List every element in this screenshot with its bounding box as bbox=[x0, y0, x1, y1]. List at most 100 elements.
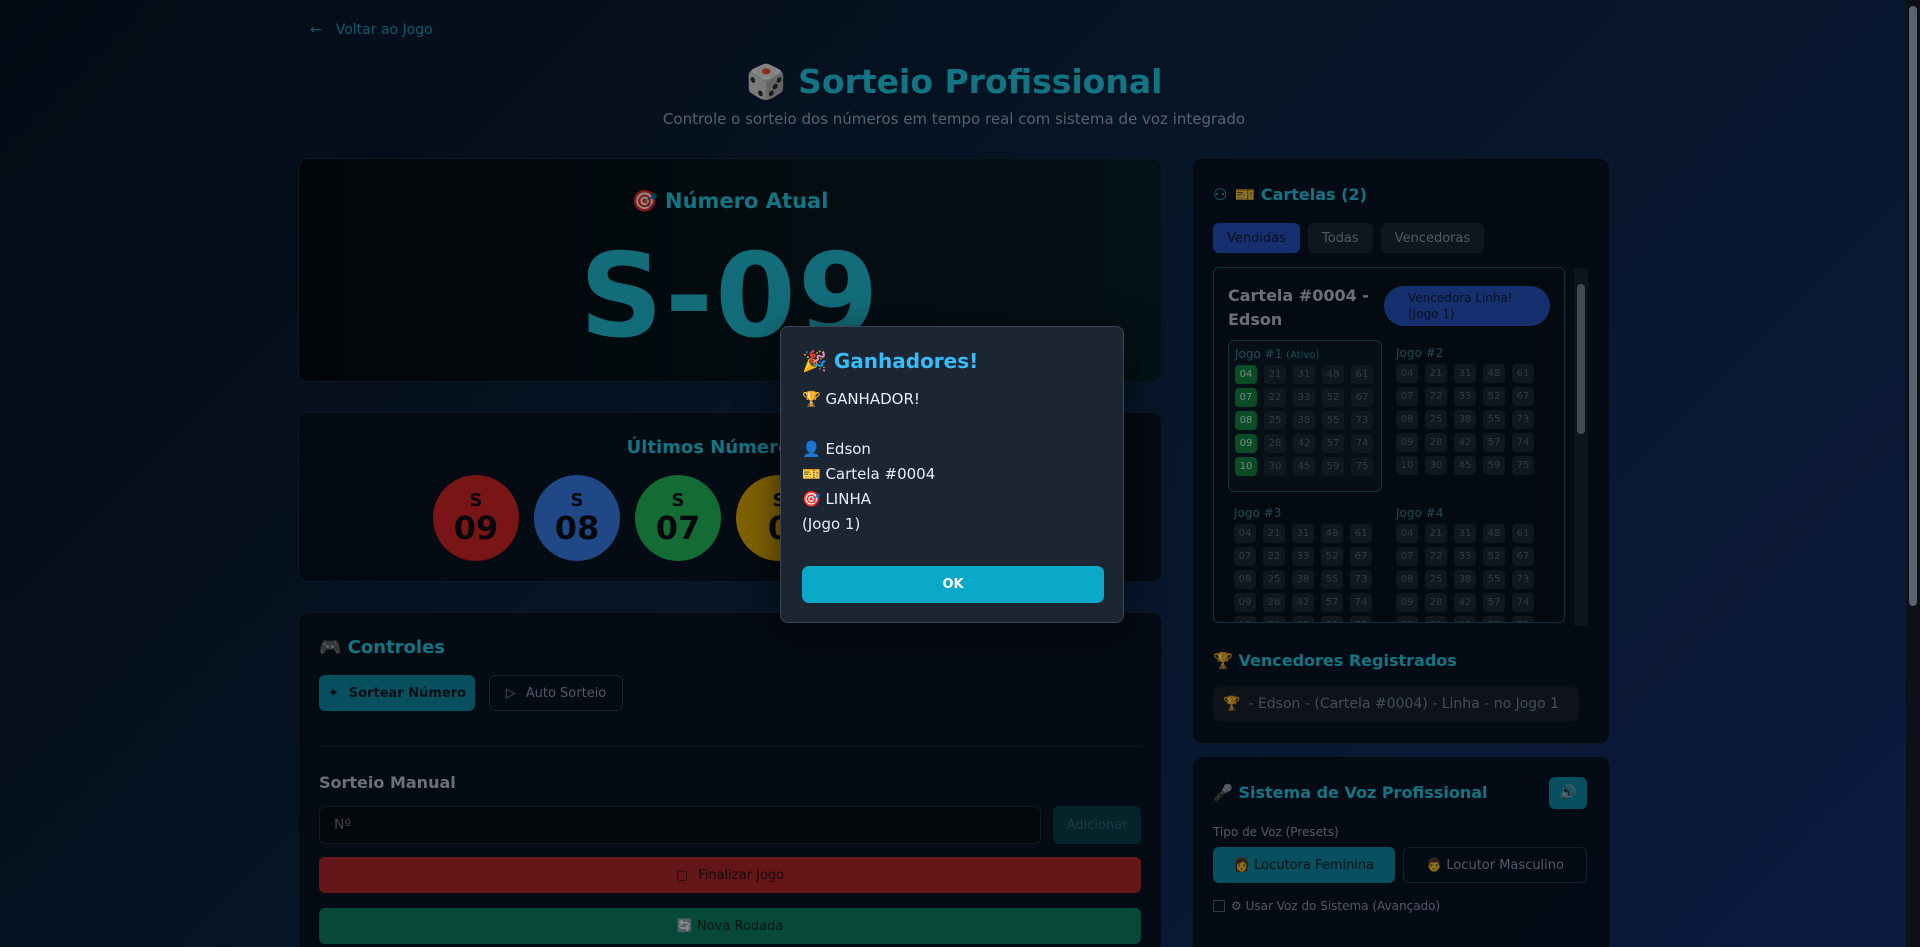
ball-letter: S bbox=[469, 490, 483, 511]
card-number-cell: 28 bbox=[1264, 434, 1286, 453]
card-number-cell: 67 bbox=[1512, 387, 1534, 406]
card-number-cell: 08 bbox=[1396, 410, 1418, 429]
dialog-line-game: (Jogo 1) bbox=[802, 515, 861, 533]
number-ball: S 09 bbox=[433, 475, 519, 561]
card-number-cell: 45 bbox=[1292, 616, 1314, 622]
card-number-cell: 57 bbox=[1321, 593, 1343, 612]
dialog-title: 🎉 Ganhadores! bbox=[802, 349, 979, 373]
draw-number-button[interactable]: ✦ Sortear Número bbox=[319, 675, 475, 711]
card-number-cell: 75 bbox=[1350, 616, 1372, 622]
ball-number: 09 bbox=[453, 509, 499, 547]
back-label: Voltar ao Jogo bbox=[335, 22, 433, 38]
finish-game-button[interactable]: ▢ Finalizar Jogo bbox=[319, 857, 1141, 893]
card-number-cell: 30 bbox=[1425, 456, 1447, 475]
card-number-cell: 22 bbox=[1263, 547, 1285, 566]
card-number-cell: 09 bbox=[1234, 593, 1256, 612]
game-2-block: Jogo #2 04 21 31 48 61 07 22 33 52 67 08 25 38 55 73 09… bbox=[1390, 340, 1544, 481]
game-4-block: Jogo #4 04 21 31 48 61 07 22 33 52 67 08 25 38 55 73 09… bbox=[1390, 500, 1544, 622]
finish-game-label: Finalizar Jogo bbox=[698, 867, 785, 883]
manual-number-input[interactable] bbox=[319, 806, 1041, 844]
users-icon: ⚇ bbox=[1213, 185, 1228, 204]
new-round-button[interactable]: 🔄 Nova Rodada bbox=[319, 908, 1141, 944]
page-scrollbar[interactable] bbox=[1906, 0, 1920, 947]
tab-vencedoras[interactable]: Vencedoras bbox=[1380, 223, 1485, 253]
card-number-cell: 75 bbox=[1351, 457, 1373, 476]
card-number-cell: 31 bbox=[1454, 364, 1476, 383]
card-number-cell: 52 bbox=[1483, 547, 1505, 566]
card-number-cell: 04 bbox=[1396, 524, 1418, 543]
card-number-cell: 45 bbox=[1293, 457, 1315, 476]
system-voice-label: ⚙ Usar Voz do Sistema (Avançado) bbox=[1231, 899, 1441, 913]
card-number-cell: 30 bbox=[1264, 457, 1286, 476]
card-number-cell: 31 bbox=[1293, 365, 1315, 384]
card-number-cell: 55 bbox=[1321, 570, 1343, 589]
card-number-cell: 75 bbox=[1512, 616, 1534, 622]
card-number-cell: 38 bbox=[1292, 570, 1314, 589]
add-button[interactable]: Adicionar bbox=[1053, 806, 1141, 844]
current-number-label: 🎯 Número Atual bbox=[631, 189, 829, 213]
card-number-cell: 73 bbox=[1512, 410, 1534, 429]
square-icon: ▢ bbox=[675, 867, 689, 883]
card-number-cell: 10 bbox=[1235, 457, 1257, 476]
card-number-cell: 04 bbox=[1235, 365, 1257, 384]
card-number-cell: 55 bbox=[1483, 570, 1505, 589]
system-voice-checkbox[interactable]: ⚙ Usar Voz do Sistema (Avançado) bbox=[1213, 899, 1440, 913]
card-number-cell: 08 bbox=[1235, 411, 1257, 430]
card-number-cell: 48 bbox=[1483, 364, 1505, 383]
tab-vendidas[interactable]: Vendidas bbox=[1213, 223, 1300, 253]
card-number-cell: 21 bbox=[1263, 524, 1285, 543]
card-number-cell: 28 bbox=[1263, 593, 1285, 612]
male-voice-button[interactable]: 👨 Locutor Masculino bbox=[1403, 847, 1587, 883]
ball-letter: S bbox=[671, 490, 685, 511]
card-number-cell: 04 bbox=[1396, 364, 1418, 383]
card-number-cell: 48 bbox=[1322, 365, 1344, 384]
tab-todas[interactable]: Todas bbox=[1307, 223, 1373, 253]
auto-draw-button[interactable]: ▷ Auto Sorteio bbox=[489, 675, 623, 711]
voice-preset-label: Tipo de Voz (Presets) bbox=[1213, 825, 1339, 839]
dialog-line-card: 🎫 Cartela #0004 bbox=[802, 465, 936, 483]
card-number-cell: 04 bbox=[1234, 524, 1256, 543]
controls-card: 🎮 Controles ✦ Sortear Número ▷ Auto Sort… bbox=[298, 612, 1162, 947]
card-number-cell: 57 bbox=[1483, 593, 1505, 612]
card-number-cell: 09 bbox=[1235, 434, 1257, 453]
card-number-cell: 33 bbox=[1454, 547, 1476, 566]
card-number-cell: 57 bbox=[1322, 434, 1344, 453]
card-number-cell: 31 bbox=[1292, 524, 1314, 543]
winner-badge: Vencedora Linha! (Jogo 1) bbox=[1384, 286, 1550, 326]
card-number-cell: 09 bbox=[1396, 433, 1418, 452]
back-link[interactable]: ← Voltar ao Jogo bbox=[310, 22, 433, 38]
card-number-cell: 31 bbox=[1454, 524, 1476, 543]
card-number-cell: 25 bbox=[1263, 570, 1285, 589]
card-number-cell: 22 bbox=[1264, 388, 1286, 407]
card-title-line1: Cartela #0004 - bbox=[1228, 286, 1369, 305]
trophy-icon: 🏆 bbox=[1223, 696, 1241, 712]
speaker-button[interactable]: 🔊 bbox=[1549, 777, 1587, 809]
card-number-cell: 33 bbox=[1454, 387, 1476, 406]
ok-button[interactable]: OK bbox=[802, 566, 1104, 603]
female-voice-button[interactable]: 👩 Locutora Feminina bbox=[1213, 847, 1395, 883]
page-title: 🎲 Sorteio Profissional bbox=[745, 62, 1163, 101]
card-number-cell: 52 bbox=[1321, 547, 1343, 566]
card-item: Cartela #0004 - Edson Vencedora Linha! (… bbox=[1213, 267, 1565, 623]
speaker-icon: 🔊 bbox=[1559, 785, 1577, 801]
game-4-grid: 04 21 31 48 61 07 22 33 52 67 08 25 38 55 73 09 28 42 57 74… bbox=[1396, 524, 1538, 622]
card-number-cell: 73 bbox=[1351, 411, 1373, 430]
cards-panel: ⚇ 🎫 Cartelas (2) Vendidas Todas Vencedor… bbox=[1192, 158, 1610, 744]
ball-number: 08 bbox=[554, 509, 600, 547]
ball-number: 07 bbox=[655, 509, 701, 547]
cards-tabs: Vendidas Todas Vencedoras bbox=[1213, 223, 1485, 253]
card-title: Cartela #0004 - Edson bbox=[1228, 284, 1369, 332]
card-number-cell: 74 bbox=[1351, 434, 1373, 453]
dialog-line-winner: 🏆 GANHADOR! bbox=[802, 390, 920, 408]
cards-title: ⚇ 🎫 Cartelas (2) bbox=[1213, 185, 1367, 204]
card-number-cell: 25 bbox=[1264, 411, 1286, 430]
card-number-cell: 45 bbox=[1454, 456, 1476, 475]
last-numbers-balls: S 09 S 08 S 07 S 0 bbox=[433, 475, 822, 561]
card-number-cell: 42 bbox=[1454, 433, 1476, 452]
card-number-cell: 52 bbox=[1483, 387, 1505, 406]
game-1-block: Jogo #1 (Ativo) 04 21 31 48 61 07 22 33 52 67 08 25… bbox=[1228, 340, 1382, 492]
cards-scrollbar[interactable] bbox=[1574, 268, 1588, 626]
card-number-cell: 21 bbox=[1264, 365, 1286, 384]
card-number-cell: 09 bbox=[1396, 593, 1418, 612]
card-number-cell: 48 bbox=[1321, 524, 1343, 543]
